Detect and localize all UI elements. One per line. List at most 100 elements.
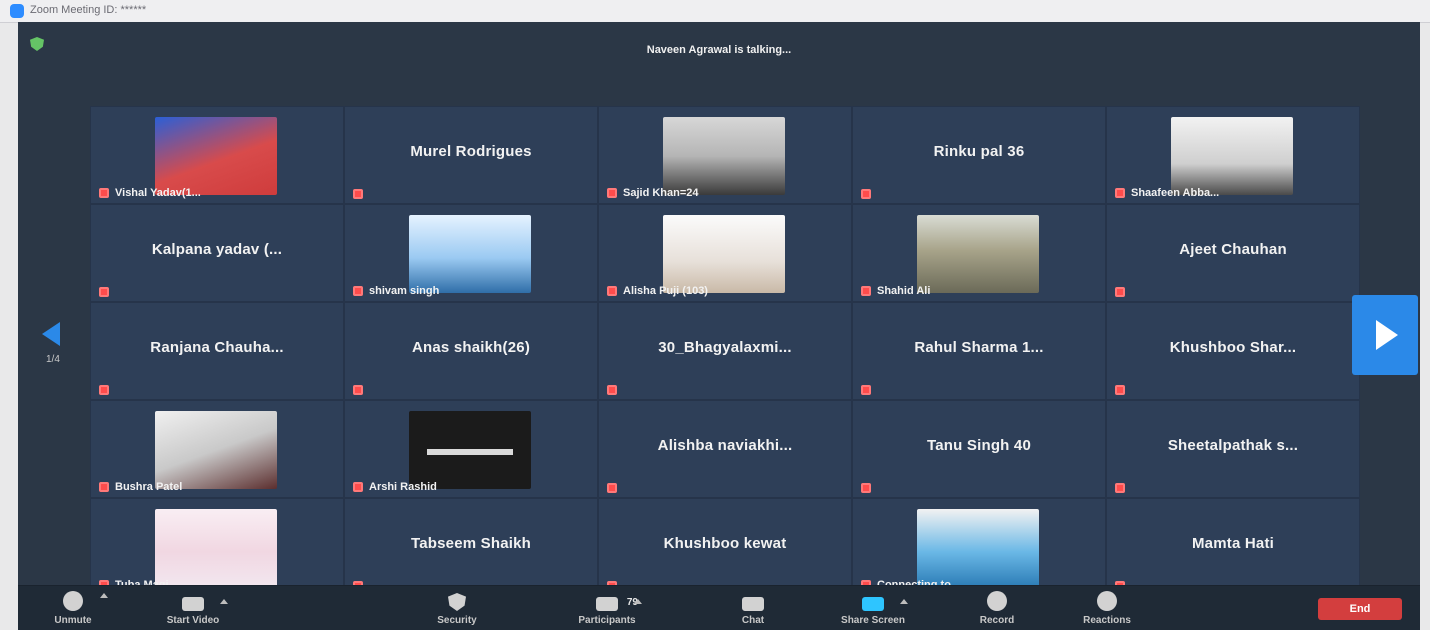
share-screen-label: Share Screen	[841, 615, 905, 626]
participant-name: Ranjana Chauha...	[150, 339, 284, 356]
unmute-label: Unmute	[54, 615, 92, 626]
reactions-button[interactable]: Reactions	[1052, 591, 1162, 626]
participant-status: Shaafeen Abba...	[1115, 187, 1219, 199]
participant-tile[interactable]: Ajeet Chauhan	[1106, 204, 1360, 302]
participant-video	[1171, 117, 1293, 195]
participant-tile[interactable]: Kalpana yadav (...	[90, 204, 344, 302]
participant-name: Shahid Ali	[877, 285, 931, 297]
participant-tile[interactable]: Rahul Sharma 1...	[852, 302, 1106, 400]
chat-button[interactable]: Chat	[698, 597, 808, 626]
muted-mic-icon	[861, 483, 871, 493]
muted-mic-icon	[607, 483, 617, 493]
participant-name: Anas shaikh(26)	[411, 339, 531, 356]
share-options-caret[interactable]	[900, 599, 908, 604]
muted-mic-icon	[861, 286, 871, 296]
record-icon	[987, 591, 1007, 611]
participant-tile[interactable]: Khushboo Shar...	[1106, 302, 1360, 400]
participants-label: Participants	[578, 615, 636, 626]
muted-mic-icon	[353, 189, 363, 199]
participant-status: Vishal Yadav(1...	[99, 187, 201, 199]
participant-tile[interactable]: Mamta Hati	[1106, 498, 1360, 596]
participant-tile[interactable]: Khushboo kewat	[598, 498, 852, 596]
active-speaker-status: Naveen Agrawal is talking...	[646, 44, 792, 56]
video-options-caret[interactable]	[220, 599, 228, 604]
participant-tile[interactable]: Tanu Singh 40	[852, 400, 1106, 498]
meeting-toolbar: Unmute Start Video Security 79 Participa…	[18, 585, 1420, 630]
participant-tile[interactable]: Rinku pal 36	[852, 106, 1106, 204]
participant-status: Shahid Ali	[861, 285, 930, 297]
share-screen-button[interactable]: Share Screen	[818, 597, 928, 626]
window-titlebar: Zoom Meeting ID: ******	[0, 0, 1430, 23]
participant-tile[interactable]: Alishba naviakhi...	[598, 400, 852, 498]
participant-tile[interactable]: Alisha Puji (103)	[598, 204, 852, 302]
participant-status: Bushra Patel	[99, 481, 182, 493]
participant-status	[99, 385, 109, 395]
participant-tile[interactable]: Anas shaikh(26)	[344, 302, 598, 400]
participant-name: Bushra Patel	[115, 481, 183, 493]
participant-name: Khushboo Shar...	[1169, 339, 1297, 356]
participant-name: Tanu Singh 40	[927, 437, 1031, 454]
participant-status	[1115, 287, 1125, 297]
participant-tile[interactable]: Shahid Ali	[852, 204, 1106, 302]
muted-mic-icon	[607, 385, 617, 395]
unmute-button[interactable]: Unmute	[18, 591, 128, 626]
participant-tile[interactable]: Shaafeen Abba...	[1106, 106, 1360, 204]
participant-tile[interactable]: 30_Bhagyalaxmi...	[598, 302, 852, 400]
start-video-button[interactable]: Start Video	[138, 597, 248, 626]
participant-tile[interactable]: Bushra Patel	[90, 400, 344, 498]
participants-options-caret[interactable]	[634, 599, 642, 604]
end-button[interactable]: End	[1318, 598, 1402, 620]
unmute-options-caret[interactable]	[100, 593, 108, 598]
participant-status: Alisha Puji (103)	[607, 285, 708, 297]
participant-video	[155, 411, 277, 489]
participant-status: shivam singh	[353, 285, 439, 297]
muted-mic-icon	[99, 188, 109, 198]
muted-mic-icon	[353, 482, 363, 492]
participant-grid: Vishal Yadav(1... Murel Rodrigues Sajid Kh…	[90, 106, 1360, 596]
participant-tile[interactable]: Tuba Maqi	[90, 498, 344, 596]
participant-name: Sheetalpathak s...	[1167, 437, 1299, 454]
participant-status: Sajid Khan=24	[607, 187, 699, 199]
participant-name: Kalpana yadav (...	[151, 241, 283, 258]
participant-status	[353, 189, 363, 199]
muted-mic-icon	[1115, 287, 1125, 297]
participant-tile[interactable]: Vishal Yadav(1...	[90, 106, 344, 204]
window-title: Zoom Meeting ID: ******	[30, 4, 147, 16]
muted-mic-icon	[607, 188, 617, 198]
participant-tile[interactable]: Murel Rodrigues	[344, 106, 598, 204]
participant-tile[interactable]: Tabseem Shaikh	[344, 498, 598, 596]
chevron-left-icon[interactable]	[42, 322, 60, 346]
participant-status	[607, 483, 617, 493]
participant-name: Khushboo kewat	[663, 535, 787, 552]
muted-mic-icon	[353, 286, 363, 296]
muted-mic-icon	[99, 482, 109, 492]
participant-status	[1115, 483, 1125, 493]
participant-tile[interactable]: Sajid Khan=24	[598, 106, 852, 204]
next-page-button[interactable]	[1352, 295, 1418, 375]
chat-icon	[742, 597, 764, 611]
muted-mic-icon	[99, 287, 109, 297]
participant-tile[interactable]: shivam singh	[344, 204, 598, 302]
zoom-icon	[10, 4, 24, 18]
participant-status: Arshi Rashid	[353, 481, 437, 493]
security-button[interactable]: Security	[402, 593, 512, 626]
participant-name: Shaafeen Abba...	[1131, 187, 1220, 199]
participant-name: Ajeet Chauhan	[1179, 241, 1287, 258]
participant-tile[interactable]: Ranjana Chauha...	[90, 302, 344, 400]
record-button[interactable]: Record	[942, 591, 1052, 626]
participant-tile[interactable]: Sheetalpathak s...	[1106, 400, 1360, 498]
shield-icon	[448, 593, 466, 611]
chat-label: Chat	[741, 615, 765, 626]
participants-button[interactable]: 79 Participants	[552, 597, 662, 626]
meeting-window: Naveen Agrawal is talking... 1/4 Vishal …	[18, 22, 1420, 630]
muted-mic-icon	[353, 385, 363, 395]
participant-status	[861, 483, 871, 493]
participant-status	[607, 385, 617, 395]
participant-name: Arshi Rashid	[369, 481, 437, 493]
participant-tile[interactable]: Arshi Rashid	[344, 400, 598, 498]
participant-video	[409, 411, 531, 489]
participant-name: Sajid Khan=24	[623, 187, 699, 199]
share-screen-icon	[862, 597, 884, 611]
participant-status	[99, 287, 109, 297]
participant-tile[interactable]: Connecting to ...	[852, 498, 1106, 596]
